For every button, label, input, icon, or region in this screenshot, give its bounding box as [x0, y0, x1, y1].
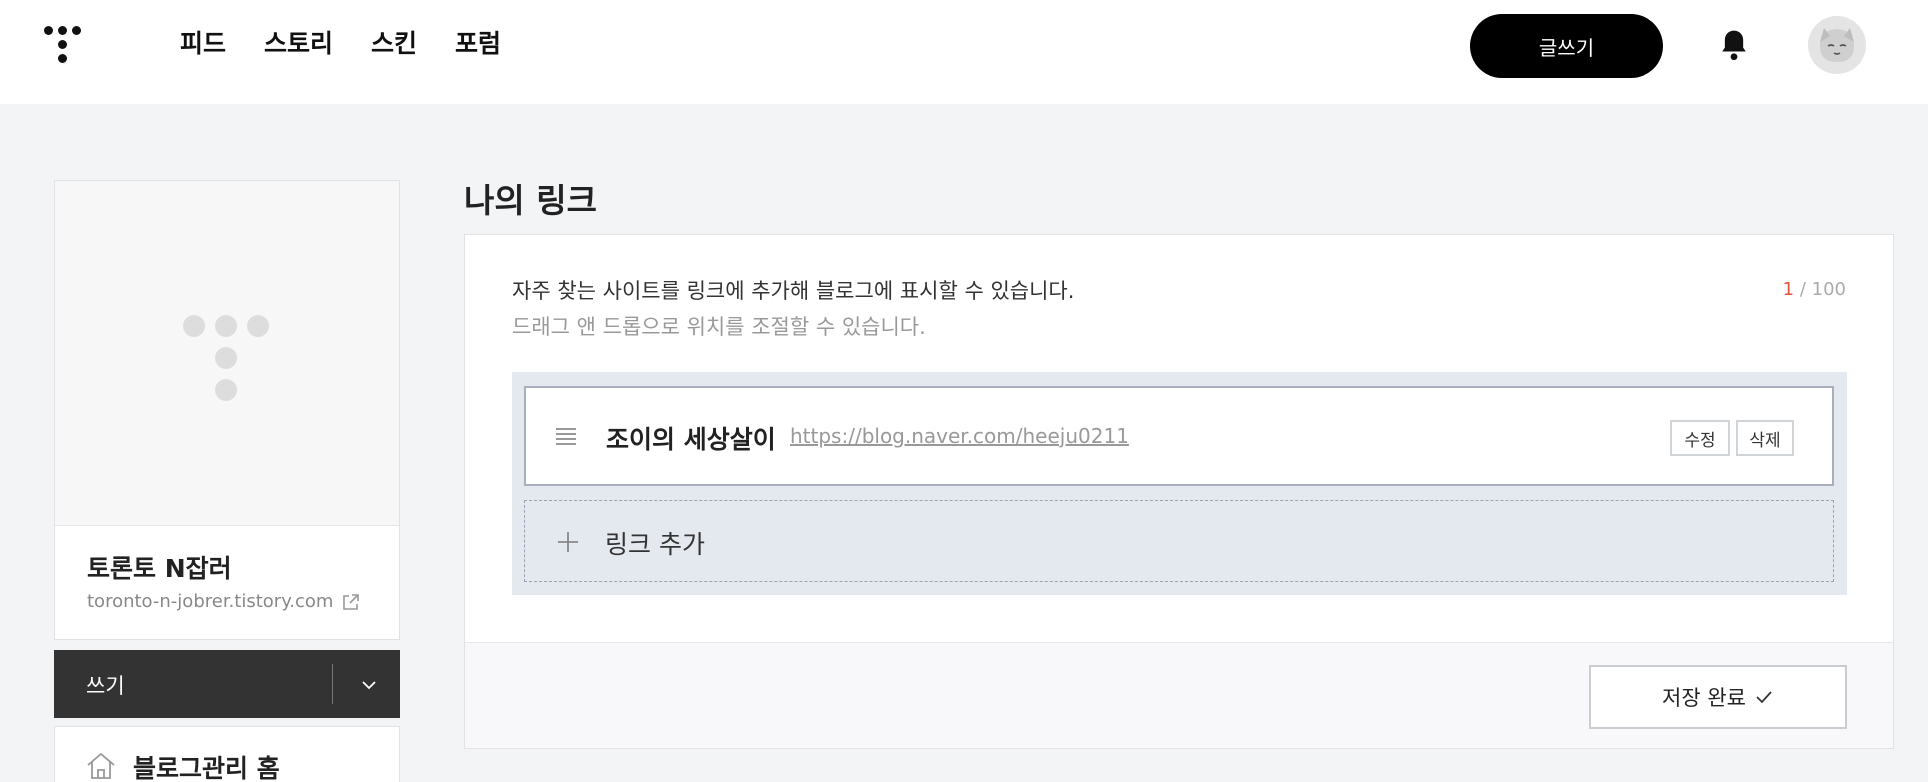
nav-story[interactable]: 스토리	[264, 26, 333, 62]
write-bar-divider	[332, 664, 333, 704]
blog-profile-image	[55, 181, 399, 526]
avatar-icon[interactable]	[1808, 16, 1866, 74]
sidebar-item-label: 블로그관리 홈	[133, 754, 280, 782]
check-icon	[1756, 691, 1772, 704]
blog-url-text: toronto-n-jobrer.tistory.com	[87, 591, 334, 612]
link-settings-panel: 자주 찾는 사이트를 링크에 추가해 블로그에 표시할 수 있습니다. 드래그 …	[464, 234, 1894, 749]
home-icon	[87, 752, 115, 779]
link-name: 조이의 세상살이	[606, 425, 776, 454]
delete-link-button[interactable]: 삭제	[1736, 420, 1794, 456]
add-link-button[interactable]: 링크 추가	[524, 500, 1834, 582]
external-link-icon	[343, 593, 360, 610]
list-item[interactable]: 조이의 세상살이 https://blog.naver.com/heeju021…	[524, 386, 1834, 486]
nav-forum[interactable]: 포럼	[455, 26, 501, 62]
top-header: 피드 스토리 스킨 포럼 글쓰기	[0, 0, 1928, 104]
main-nav: 피드 스토리 스킨 포럼	[180, 26, 539, 62]
link-count-current: 1	[1782, 279, 1795, 300]
write-post-button[interactable]: 글쓰기	[1470, 14, 1663, 78]
page-title: 나의 링크	[464, 181, 597, 220]
save-button[interactable]: 저장 완료	[1589, 665, 1847, 729]
tistory-logo[interactable]	[44, 24, 86, 66]
write-bar-button[interactable]: 쓰기	[86, 670, 125, 700]
bell-icon[interactable]	[1718, 28, 1750, 62]
description-text: 자주 찾는 사이트를 링크에 추가해 블로그에 표시할 수 있습니다.	[512, 279, 1075, 303]
add-link-label: 링크 추가	[605, 530, 705, 559]
plus-icon	[558, 532, 578, 552]
drag-handle-icon[interactable]	[556, 428, 576, 445]
link-list: 조이의 세상살이 https://blog.naver.com/heeju021…	[512, 372, 1847, 595]
nav-skin[interactable]: 스킨	[371, 26, 417, 62]
sidebar-item-admin-home[interactable]: 블로그관리 홈	[54, 726, 400, 782]
chevron-down-icon[interactable]	[354, 670, 384, 700]
save-button-label: 저장 완료	[1662, 686, 1746, 710]
link-counter: 1 / 100	[1783, 279, 1846, 300]
blog-name: 토론토 N잡러	[87, 554, 232, 583]
edit-link-button[interactable]: 수정	[1670, 420, 1730, 456]
blog-url-link[interactable]: toronto-n-jobrer.tistory.com	[87, 591, 361, 612]
sub-description-text: 드래그 앤 드롭으로 위치를 조절할 수 있습니다.	[512, 315, 926, 339]
nav-feed[interactable]: 피드	[180, 26, 226, 62]
link-url[interactable]: https://blog.naver.com/heeju0211	[790, 424, 1129, 448]
write-bar: 쓰기	[54, 650, 400, 718]
link-count-max: / 100	[1799, 279, 1846, 300]
panel-footer: 저장 완료	[465, 642, 1893, 748]
blog-profile-card: 토론토 N잡러 toronto-n-jobrer.tistory.com	[54, 180, 400, 640]
